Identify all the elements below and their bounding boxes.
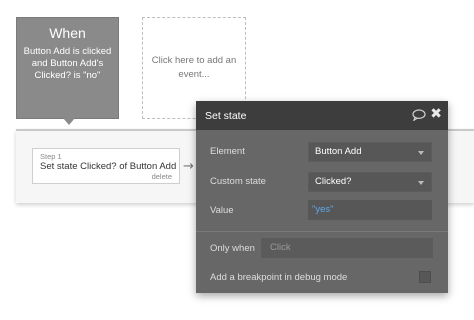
panel-title: Set state: [205, 110, 247, 122]
chevron-down-icon: [418, 181, 424, 185]
step-text: Set state Clicked? of Button Add: [40, 161, 177, 172]
step-card[interactable]: Step 1 Set state Clicked? of Button Add …: [32, 148, 180, 184]
event-title: When: [49, 25, 86, 41]
element-label: Element: [210, 146, 245, 157]
panel-divider: [196, 231, 448, 232]
step-delete-link[interactable]: delete: [152, 172, 172, 181]
custom-state-label: Custom state: [210, 176, 266, 187]
step-label: Step 1: [40, 152, 62, 161]
custom-state-dropdown[interactable]: Clicked?: [308, 172, 432, 192]
set-state-panel: Set state ✖: [196, 101, 448, 293]
only-when-label: Only when: [210, 243, 255, 254]
panel-header: Set state ✖: [196, 101, 448, 130]
only-when-input[interactable]: Click: [261, 238, 433, 258]
breakpoint-checkbox[interactable]: [419, 271, 431, 283]
value-text: "yes": [312, 204, 334, 215]
chevron-down-icon: [418, 151, 424, 155]
element-value: Button Add: [315, 146, 362, 157]
breakpoint-label: Add a breakpoint in debug mode: [210, 272, 348, 283]
event-description: Button Add is clicked and Button Add's C…: [23, 46, 112, 81]
value-label: Value: [210, 205, 234, 216]
close-icon[interactable]: ✖: [430, 106, 442, 122]
element-dropdown[interactable]: Button Add: [308, 142, 432, 162]
only-when-placeholder: Click: [270, 242, 291, 253]
event-pointer: [63, 118, 75, 125]
next-step-arrow-icon[interactable]: →: [183, 159, 194, 174]
event-card[interactable]: When Button Add is clicked and Button Ad…: [16, 17, 119, 119]
comment-icon[interactable]: [412, 109, 426, 121]
custom-state-value: Clicked?: [315, 176, 352, 187]
value-input[interactable]: "yes": [308, 200, 432, 220]
add-event-label: Click here to add an event...: [151, 55, 237, 80]
